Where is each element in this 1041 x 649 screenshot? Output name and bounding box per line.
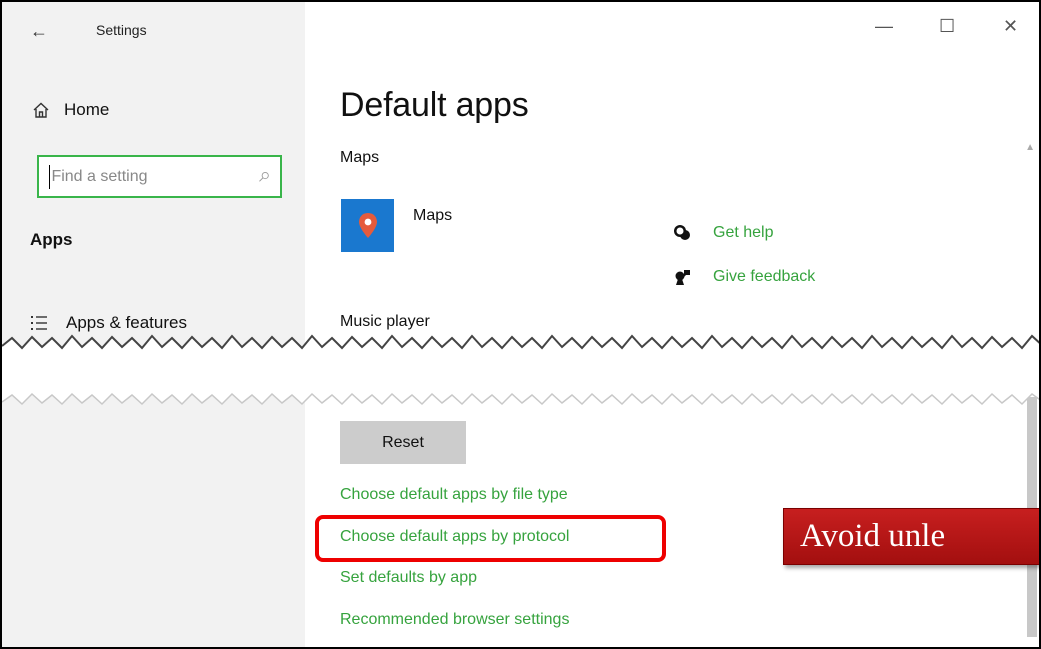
maps-app-name: Maps (413, 207, 453, 224)
music-section-label: Music player (340, 313, 430, 330)
section-heading: Apps (30, 230, 73, 249)
get-help-link[interactable]: Get help (673, 224, 773, 242)
sidebar-item-apps-features[interactable]: Apps & features (30, 313, 187, 333)
help-chat-icon (674, 225, 690, 240)
feedback-icon (675, 270, 690, 285)
maps-section-label: Maps (340, 149, 380, 166)
sidebar-item-label: Home (64, 100, 110, 119)
search-input[interactable] (51, 167, 259, 186)
sidebar-item-home[interactable]: Home (32, 100, 109, 120)
set-defaults-by-app-link[interactable]: Set defaults by app (340, 569, 477, 587)
sidebar-item-label: Apps & features (66, 313, 187, 332)
torn-edge-break (2, 334, 1039, 406)
maximize-button[interactable]: ☐ (939, 16, 955, 37)
sidebar: ← Settings Home Apps (2, 2, 305, 647)
close-button[interactable]: ✕ (1003, 16, 1018, 37)
scroll-up-arrow-icon[interactable]: ▲ (1025, 142, 1035, 153)
minimize-button[interactable]: — (875, 16, 893, 37)
map-pin-icon (358, 212, 377, 238)
link-label: Get help (713, 224, 774, 241)
choose-by-file-type-link[interactable]: Choose default apps by file type (340, 486, 568, 504)
settings-window: ← Settings Home Apps (0, 0, 1041, 649)
link-label: Give feedback (713, 268, 816, 285)
window-title: Settings (96, 22, 147, 38)
search-icon[interactable] (258, 169, 270, 185)
back-arrow-icon[interactable]: ← (30, 20, 52, 42)
highlight-box (315, 515, 666, 562)
search-box[interactable] (37, 155, 282, 198)
maps-app-tile[interactable] (341, 199, 394, 252)
list-icon (31, 316, 47, 330)
callout-banner: Avoid unle (783, 508, 1039, 565)
home-icon (33, 102, 49, 118)
reset-button[interactable]: Reset (340, 421, 466, 464)
page-title: Default apps (340, 86, 529, 124)
text-cursor (49, 164, 51, 189)
give-feedback-link[interactable]: Give feedback (673, 268, 815, 286)
recommended-browser-settings-link[interactable]: Recommended browser settings (340, 611, 569, 629)
